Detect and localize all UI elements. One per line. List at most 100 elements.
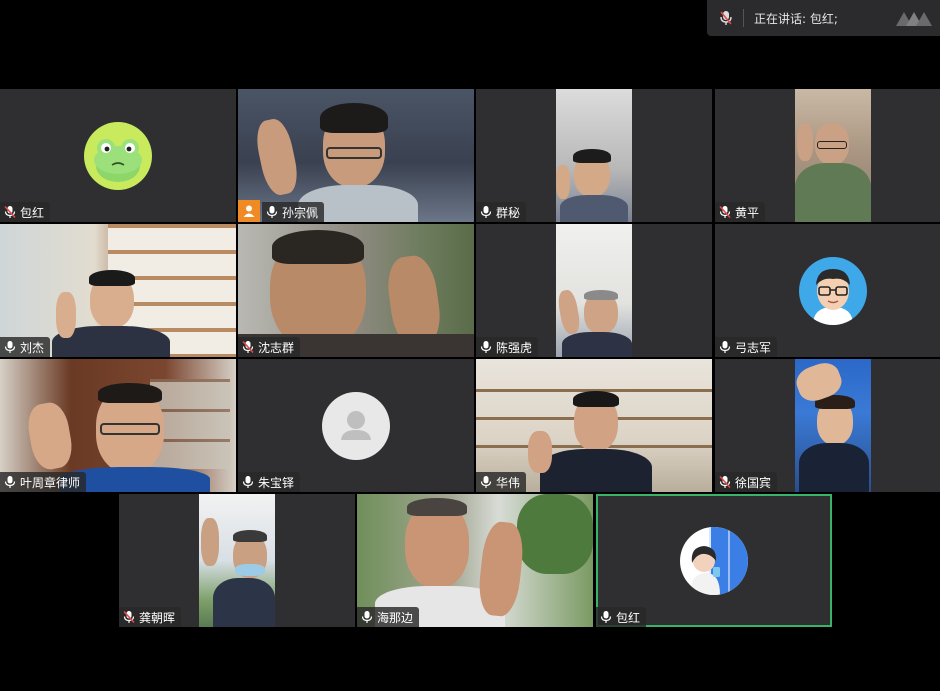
- person-hand: [528, 431, 552, 473]
- mic-icon: [480, 341, 492, 353]
- participant-tile[interactable]: 华伟: [476, 359, 712, 492]
- participant-tile[interactable]: 弓志军: [715, 224, 940, 357]
- person-hand: [56, 292, 76, 338]
- person-body: [795, 163, 871, 222]
- person-hand: [201, 518, 219, 566]
- person-glasses: [100, 423, 160, 435]
- person-mask: [235, 564, 265, 576]
- participant-nameplate: 陈强虎: [476, 337, 539, 357]
- participant-nameplate: 刘杰: [0, 337, 51, 357]
- participant-name: 陈强虎: [496, 340, 533, 355]
- frog-avatar-icon: [84, 121, 152, 190]
- person-hair: [320, 103, 388, 133]
- person-hand: [252, 116, 302, 198]
- mic-icon: [242, 476, 254, 488]
- participant-tile[interactable]: 龚朝晖: [119, 494, 355, 627]
- participant-nameplate: 徐国宾: [715, 472, 778, 492]
- participant-name: 黄平: [735, 205, 760, 220]
- person-hair: [98, 383, 162, 403]
- girl-window-avatar-icon: [680, 526, 748, 595]
- participant-name: 海那边: [377, 610, 414, 625]
- participant-nameplate: 群秘: [476, 202, 527, 222]
- speaking-label: 正在讲话: 包红;: [754, 11, 838, 26]
- participant-nameplate: 弓志军: [715, 337, 778, 357]
- participant-tile[interactable]: 包红: [0, 89, 236, 222]
- person-hair: [89, 270, 135, 286]
- participant-nameplate: 朱宝铎: [238, 472, 301, 492]
- person-hair: [233, 530, 267, 542]
- app-logo-icon: [896, 12, 932, 26]
- tree: [517, 494, 593, 574]
- cartoon-man-avatar-icon: [799, 256, 867, 325]
- participant-nameplate: 叶周章律师: [0, 472, 87, 492]
- person-hand: [556, 288, 582, 336]
- participant-nameplate: 华伟: [476, 472, 527, 492]
- participant-tile[interactable]: 海那边: [357, 494, 593, 627]
- person-body: [799, 443, 869, 492]
- participant-name: 沈志群: [258, 340, 295, 355]
- mic-icon: [4, 341, 16, 353]
- mic-muted-icon: [719, 205, 731, 219]
- person-hair: [573, 391, 619, 407]
- participant-tile[interactable]: 徐国宾: [715, 359, 940, 492]
- active-speaker-bar: 正在讲话: 包红;: [707, 0, 940, 36]
- participant-video: [795, 89, 871, 222]
- participant-nameplate: 孙宗佩: [262, 202, 325, 222]
- mic-icon: [719, 341, 731, 353]
- divider: [743, 9, 744, 27]
- participant-name: 朱宝铎: [258, 475, 295, 490]
- participant-nameplate: 黄平: [715, 202, 766, 222]
- person-body: [562, 332, 632, 357]
- participant-tile[interactable]: 叶周章律师: [0, 359, 236, 492]
- participant-video: [556, 89, 632, 222]
- participant-video: [199, 494, 275, 627]
- participant-tile[interactable]: 朱宝铎: [238, 359, 474, 492]
- person-hair: [407, 498, 467, 516]
- person-hand: [797, 123, 813, 161]
- person-body: [213, 578, 275, 627]
- host-badge-icon: [238, 200, 260, 222]
- participant-name: 叶周章律师: [20, 475, 81, 490]
- mic-icon: [600, 611, 612, 623]
- person-glasses: [817, 141, 847, 149]
- participant-tile-active[interactable]: 包红: [596, 494, 832, 627]
- participant-nameplate: 龚朝晖: [119, 607, 182, 627]
- person-hair: [584, 290, 618, 300]
- participant-name: 孙宗佩: [282, 205, 319, 220]
- mic-muted-icon: [719, 475, 731, 489]
- mic-icon: [480, 206, 492, 218]
- person-hair: [573, 149, 611, 163]
- person-body: [540, 449, 652, 492]
- mic-muted-icon: [123, 610, 135, 624]
- person-hand: [476, 520, 526, 618]
- mic-icon: [480, 476, 492, 488]
- participant-tile[interactable]: 群秘: [476, 89, 712, 222]
- mic-muted-icon: [4, 205, 16, 219]
- mic-muted-icon: [720, 11, 732, 25]
- participant-name: 群秘: [496, 205, 521, 220]
- mic-icon: [361, 611, 373, 623]
- participant-nameplate: 沈志群: [238, 337, 301, 357]
- participant-name: 包红: [20, 205, 45, 220]
- participant-nameplate: 包红: [0, 202, 51, 222]
- mic-icon: [266, 206, 278, 218]
- participant-name: 弓志军: [735, 340, 772, 355]
- mic-icon: [4, 476, 16, 488]
- participant-name: 华伟: [496, 475, 521, 490]
- participant-tile[interactable]: 沈志群: [238, 224, 474, 357]
- participant-name: 包红: [616, 610, 641, 625]
- participant-tile[interactable]: 刘杰: [0, 224, 236, 357]
- participant-video: [556, 224, 632, 357]
- person-body: [560, 195, 628, 222]
- person-hand: [556, 165, 570, 199]
- person-glasses: [326, 147, 382, 159]
- person-hair: [272, 230, 364, 264]
- participant-tile[interactable]: 黄平: [715, 89, 940, 222]
- participant-tile[interactable]: 陈强虎: [476, 224, 712, 357]
- participant-name: 徐国宾: [735, 475, 772, 490]
- participant-video: [795, 359, 871, 492]
- person-hand: [24, 400, 76, 472]
- participant-name: 刘杰: [20, 340, 45, 355]
- participant-tile[interactable]: 孙宗佩: [238, 89, 474, 222]
- participant-nameplate: 包红: [596, 607, 647, 627]
